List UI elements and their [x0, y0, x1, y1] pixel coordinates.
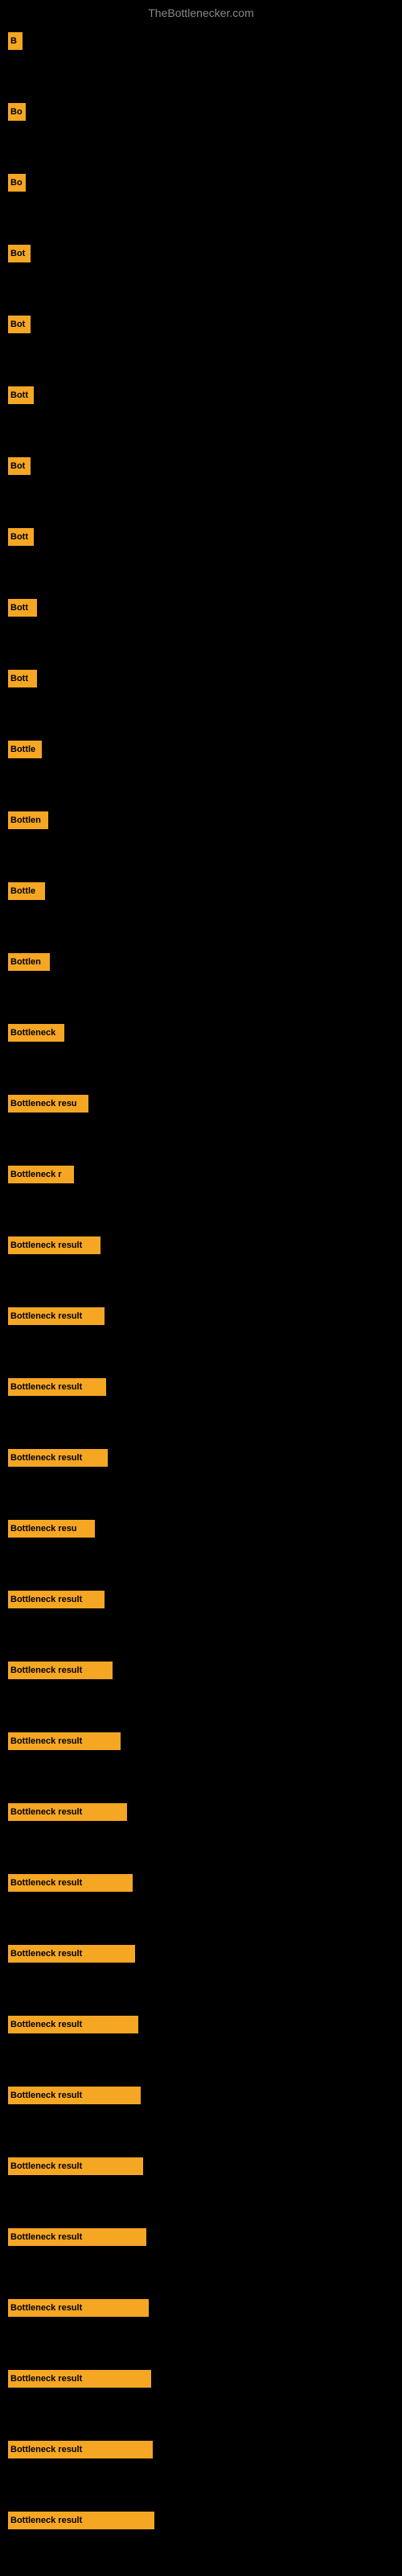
bar-label: Bottleneck result	[8, 1307, 105, 1325]
bar-label: Bottleneck r	[8, 1166, 74, 1183]
bar-label: Bottle	[8, 741, 42, 758]
bar-label: Bottleneck result	[8, 1449, 108, 1467]
bar-row: Bottleneck result	[8, 1370, 394, 1441]
bar-row: Bot	[8, 237, 394, 308]
bar-label: Bottleneck result	[8, 2512, 154, 2529]
bar-label: Bot	[8, 245, 31, 262]
bar-row: Bottleneck result	[8, 1299, 394, 1370]
bar-row: Bottleneck result	[8, 1937, 394, 2008]
bar-label: Bottlen	[8, 953, 50, 971]
bar-row: Bo	[8, 166, 394, 237]
bar-label: Bottleneck	[8, 1024, 64, 1042]
bar-row: Bottlen	[8, 803, 394, 874]
bar-label: Bottleneck resu	[8, 1095, 88, 1113]
bar-row: Bot	[8, 308, 394, 378]
bar-label: Bottleneck result	[8, 1236, 100, 1254]
bar-label: Bott	[8, 599, 37, 617]
bar-label: Bo	[8, 103, 26, 121]
bar-row: Bottleneck resu	[8, 1087, 394, 1158]
bar-row: Bot	[8, 449, 394, 520]
bar-row: Bottleneck result	[8, 1653, 394, 1724]
bar-label: Bottleneck result	[8, 2228, 146, 2246]
bar-row: Bottleneck r	[8, 1158, 394, 1228]
bar-row: Bottleneck	[8, 1016, 394, 1087]
bar-label: Bottleneck result	[8, 2299, 149, 2317]
bar-row: Bottleneck result	[8, 1866, 394, 1937]
bar-label: Bottle	[8, 882, 45, 900]
bar-label: Bott	[8, 386, 34, 404]
bar-row: Bo	[8, 95, 394, 166]
bar-label: Bottleneck result	[8, 2016, 138, 2033]
bar-row: Bottleneck result	[8, 2291, 394, 2362]
bar-row: Bottleneck resu	[8, 1512, 394, 1583]
bar-label: Bottlen	[8, 811, 48, 829]
bar-label: Bottleneck result	[8, 1732, 121, 1750]
bar-label: Bottleneck result	[8, 1945, 135, 1963]
bar-label: Bot	[8, 457, 31, 475]
bar-row: Bottleneck result	[8, 2433, 394, 2504]
bar-label: Bottleneck result	[8, 1378, 106, 1396]
bar-label: Bottleneck result	[8, 2370, 151, 2388]
bar-label: Bottleneck result	[8, 1874, 133, 1892]
bar-label: Bottleneck resu	[8, 1520, 95, 1538]
bar-row: Bottle	[8, 874, 394, 945]
bar-row: Bottleneck result	[8, 2362, 394, 2433]
bar-label: Bottleneck result	[8, 2157, 143, 2175]
bar-label: Bott	[8, 528, 34, 546]
bar-row: B	[8, 24, 394, 95]
bar-label: Bot	[8, 316, 31, 333]
bars-container: B Bo Bo Bot Bot Bott Bot Bott Bott Bott Bottle Bott…	[0, 24, 402, 2574]
bar-label: Bott	[8, 670, 37, 687]
bar-row: Bottle	[8, 733, 394, 803]
bar-row: Bottleneck result	[8, 2220, 394, 2291]
bar-row: Bottleneck result	[8, 1228, 394, 1299]
site-title: TheBottlenecker.com	[0, 0, 402, 23]
bar-label: Bottleneck result	[8, 1591, 105, 1608]
bar-label: Bottleneck result	[8, 2441, 153, 2458]
bar-row: Bott	[8, 520, 394, 591]
bar-label: B	[8, 32, 23, 50]
bar-row: Bott	[8, 591, 394, 662]
bar-row: Bottleneck result	[8, 1724, 394, 1795]
bar-row: Bottleneck result	[8, 2008, 394, 2079]
bar-row: Bottleneck result	[8, 2079, 394, 2149]
bar-row: Bott	[8, 378, 394, 449]
bar-row: Bottleneck result	[8, 1583, 394, 1653]
bar-label: Bo	[8, 174, 26, 192]
bar-label: Bottleneck result	[8, 1662, 113, 1679]
bar-label: Bottleneck result	[8, 1803, 127, 1821]
bar-row: Bottleneck result	[8, 1795, 394, 1866]
bar-row: Bott	[8, 662, 394, 733]
bar-row: Bottleneck result	[8, 2149, 394, 2220]
bar-row: Bottleneck result	[8, 1441, 394, 1512]
bar-row: Bottlen	[8, 945, 394, 1016]
bar-row: Bottleneck result	[8, 2504, 394, 2574]
bar-label: Bottleneck result	[8, 2087, 141, 2104]
